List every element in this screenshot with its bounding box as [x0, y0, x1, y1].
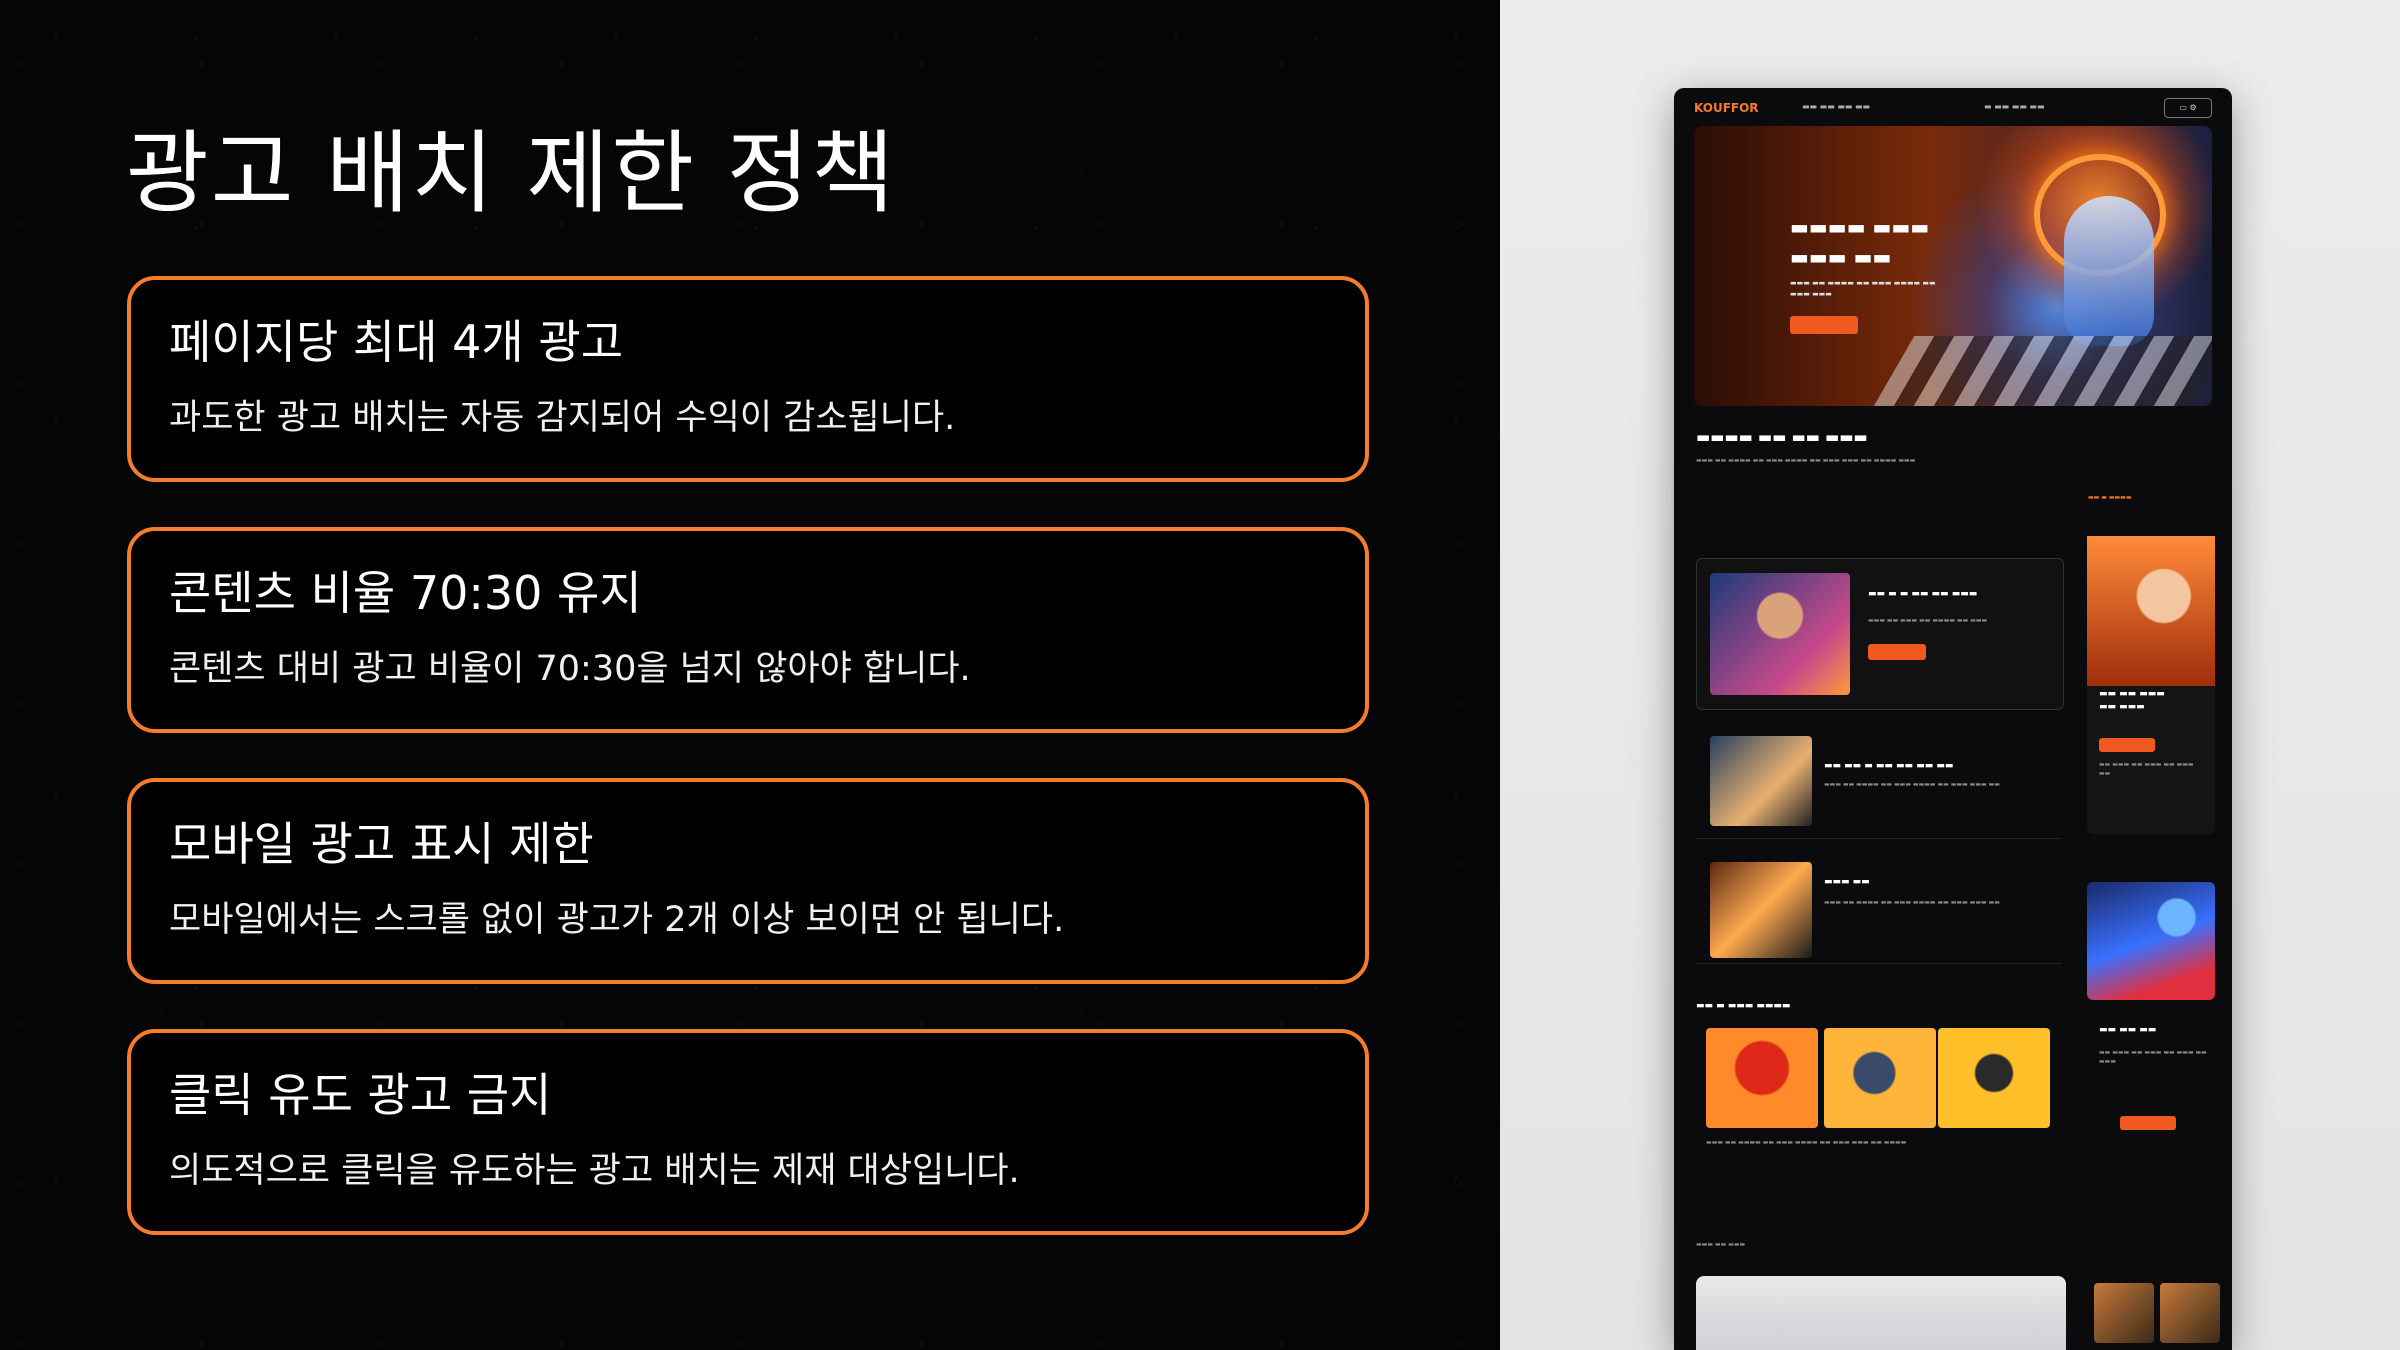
policy-panel: 광고 배치 제한 정책 페이지당 최대 4개 광고 과도한 광고 배치는 자동 …	[0, 0, 1500, 1350]
astronaut-figure-graphic	[2064, 196, 2154, 346]
mockup-nav-item: ▬▬ ▬▬ ▬▬ ▬▬	[1802, 102, 1871, 111]
rule-description: 과도한 광고 배치는 자동 감지되어 수익이 감소됩니다.	[169, 398, 956, 438]
mockup-small-thumbnail	[2160, 1283, 2220, 1343]
mockup-grid-title: ▬▬ ▬ ▬▬▬ ▬▬▬▬	[1696, 1001, 1791, 1011]
mockup-article-thumbnail	[1710, 736, 1812, 826]
mockup-navbar: KOUFFOR ▬▬ ▬▬ ▬▬ ▬▬ ▬ ▬▬ ▬▬ ▬▬ ▭ ⚙	[1674, 88, 2232, 128]
mockup-hero-button	[1790, 316, 1858, 334]
mockup-hero-text: ▬▬▬ ▬▬ ▬▬▬▬ ▬▬ ▬▬▬ ▬▬▬▬ ▬▬ ▬▬▬ ▬▬▬	[1790, 279, 1936, 298]
mockup-featured-text: ▬▬▬ ▬▬ ▬▬▬ ▬▬ ▬▬▬▬ ▬▬ ▬▬▬	[1868, 617, 1988, 624]
mockup-grid-text: ▬▬▬ ▬▬ ▬▬▬▬ ▬▬ ▬▬▬ ▬▬▬▬ ▬▬ ▬▬▬ ▬▬▬ ▬▬ ▬▬…	[1706, 1139, 1907, 1146]
mockup-article-text: ▬▬▬ ▬▬ ▬▬▬▬ ▬▬ ▬▬▬ ▬▬▬▬ ▬▬ ▬▬▬ ▬▬▬ ▬▬	[1824, 781, 2000, 788]
checkered-floor-graphic	[1873, 336, 2212, 406]
mockup-featured-title: ▬▬ ▬ ▬ ▬▬ ▬▬ ▬▬▬	[1868, 589, 1978, 599]
mockup-section-title: ▬▬▬▬ ▬▬ ▬▬ ▬▬▬	[1696, 428, 1868, 446]
mockup-article-title: ▬▬ ▬▬ ▬ ▬▬ ▬▬ ▬▬ ▬▬	[1824, 761, 1954, 771]
mockup-hero-image: ▬▬▬▬ ▬▬▬ ▬▬▬ ▬▬ ▬▬▬ ▬▬ ▬▬▬▬ ▬▬ ▬▬▬ ▬▬▬▬ ▬…	[1694, 126, 2212, 406]
mockup-sidebar-text: ▬▬ ▬▬▬ ▬▬ ▬▬▬ ▬▬ ▬▬▬ ▬▬ ▬▬▬	[2099, 1049, 2207, 1065]
mockup-nav-button: ▭ ⚙	[2164, 98, 2212, 118]
mockup-sidebar-button	[2120, 1116, 2176, 1130]
mockup-grid-image	[1824, 1028, 1936, 1128]
mockup-sidebar-title: ▬▬ ▬▬ ▬▬▬ ▬▬ ▬▬▬	[2099, 689, 2165, 712]
rule-description: 의도적으로 클릭을 유도하는 광고 배치는 제재 대상입니다.	[169, 1151, 1020, 1191]
mockup-article-title: ▬▬▬ ▬▬	[1824, 877, 1870, 887]
rule-card-4: 클릭 유도 광고 금지 의도적으로 클릭을 유도하는 광고 배치는 제재 대상입…	[127, 1029, 1369, 1235]
mockup-sidebar-text: ▬▬ ▬▬▬ ▬▬ ▬▬▬ ▬▬ ▬▬▬ ▬▬	[2099, 761, 2194, 777]
mockup-sidebar-label: ▬▬ ▬ ▬▬▬▬	[2088, 494, 2132, 501]
website-mockup-screenshot: KOUFFOR ▬▬ ▬▬ ▬▬ ▬▬ ▬ ▬▬ ▬▬ ▬▬ ▭ ⚙ ▬▬▬▬ …	[1674, 88, 2232, 1350]
mockup-grid-image	[1706, 1028, 1818, 1128]
rule-card-1: 페이지당 최대 4개 광고 과도한 광고 배치는 자동 감지되어 수익이 감소됩…	[127, 276, 1369, 482]
rule-heading: 모바일 광고 표시 제한	[169, 817, 594, 871]
rule-description: 콘텐츠 대비 광고 비율이 70:30을 넘지 않아야 합니다.	[169, 649, 971, 689]
page-title: 광고 배치 제한 정책	[126, 121, 897, 226]
rule-card-2: 콘텐츠 비율 70:30 유지 콘텐츠 대비 광고 비율이 70:30을 넘지 …	[127, 527, 1369, 733]
mockup-nav-item: ▬ ▬▬ ▬▬ ▬▬	[1984, 102, 2045, 111]
mockup-sidebar-title: ▬▬ ▬▬ ▬▬	[2099, 1025, 2157, 1035]
mockup-article-thumbnail	[1710, 862, 1812, 958]
rule-card-3: 모바일 광고 표시 제한 모바일에서는 스크롤 없이 광고가 2개 이상 보이면…	[127, 778, 1369, 984]
mockup-section-text: ▬▬▬ ▬▬ ▬▬▬▬ ▬▬ ▬▬▬ ▬▬▬▬ ▬▬ ▬▬▬ ▬▬▬ ▬▬ ▬▬…	[1696, 457, 1916, 464]
rule-heading: 클릭 유도 광고 금지	[169, 1068, 552, 1122]
mockup-sidebar-button	[2099, 738, 2155, 752]
mockup-bottom-section-title: ▬▬▬ ▬▬ ▬▬▬	[1696, 1241, 1746, 1248]
mockup-sidebar-portrait	[2087, 536, 2215, 686]
rule-heading: 페이지당 최대 4개 광고	[169, 315, 624, 369]
mockup-grid-image	[1938, 1028, 2050, 1128]
mockup-article-text: ▬▬▬ ▬▬ ▬▬▬▬ ▬▬ ▬▬▬ ▬▬▬▬ ▬▬ ▬▬▬ ▬▬▬ ▬▬	[1824, 899, 2000, 906]
mockup-sidebar-image	[2087, 882, 2215, 1000]
mockup-featured-button	[1868, 644, 1926, 660]
mockup-logo: KOUFFOR	[1694, 101, 1759, 115]
mockup-bottom-image	[1696, 1276, 2066, 1350]
mockup-small-thumbnail	[2094, 1283, 2154, 1343]
mockup-hero-heading: ▬▬▬▬ ▬▬▬ ▬▬▬ ▬▬	[1790, 215, 1930, 269]
mockup-featured-thumbnail	[1710, 573, 1850, 695]
rule-description: 모바일에서는 스크롤 없이 광고가 2개 이상 보이면 안 됩니다.	[169, 900, 1065, 940]
rule-heading: 콘텐츠 비율 70:30 유지	[169, 566, 642, 620]
